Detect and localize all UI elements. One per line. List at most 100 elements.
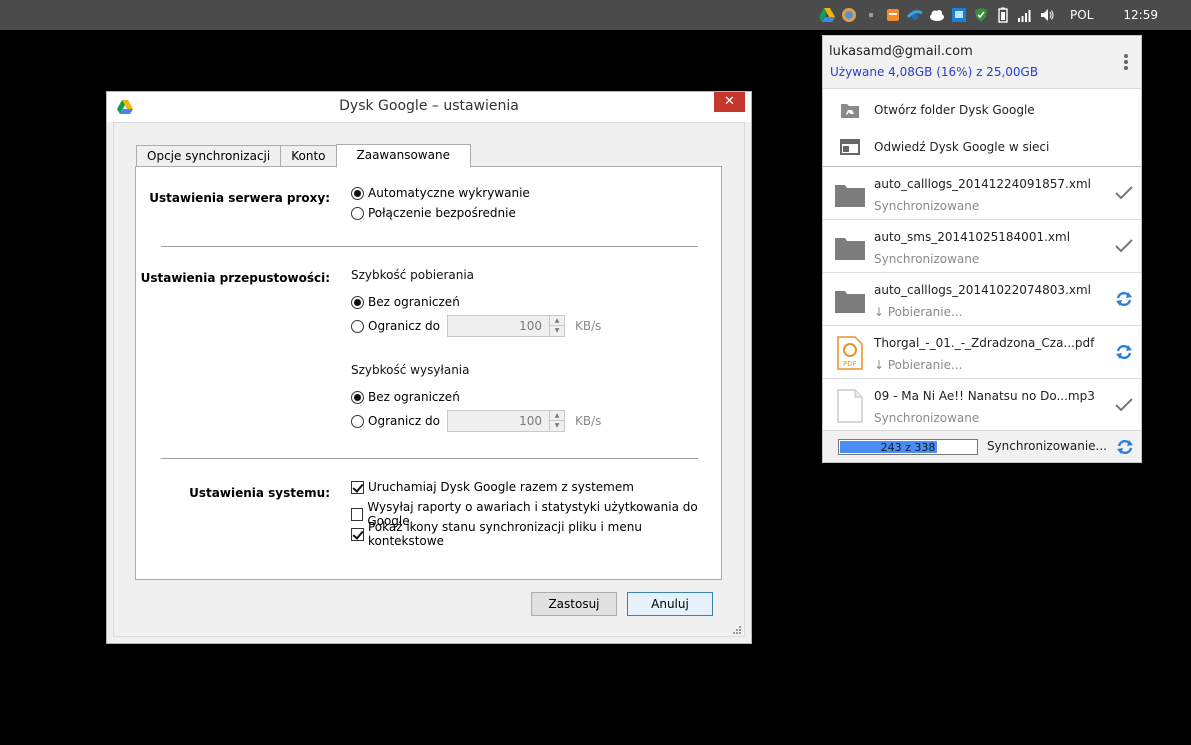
bandwidth-settings-label: Ustawienia przepustowości: (140, 271, 330, 285)
folder-icon (835, 283, 865, 317)
proxy-auto-option[interactable]: Automatyczne wykrywanie (351, 186, 530, 200)
file-status: Synchronizowane (874, 411, 980, 425)
start-with-system-label: Uruchamiaj Dysk Google razem z systemem (368, 480, 634, 494)
svg-text:PDF: PDF (843, 360, 857, 368)
start-with-system-checkbox[interactable] (351, 480, 364, 494)
drive-folder-icon (840, 101, 860, 119)
upload-limit-stepper[interactable]: 100 ▲ ▼ (447, 410, 565, 432)
tab-advanced[interactable]: Zaawansowane (335, 144, 471, 168)
file-status: Synchronizowane (874, 199, 980, 213)
stepper-down-icon[interactable]: ▼ (550, 421, 564, 431)
synced-check-icon (1114, 184, 1134, 202)
synced-check-icon (1114, 396, 1134, 414)
sync-status-label: Synchronizowanie... (986, 439, 1107, 453)
window-title: Dysk Google – ustawienia (339, 98, 519, 114)
resize-grip-icon[interactable] (732, 624, 742, 634)
file-status: ↓ Pobieranie... (874, 358, 963, 372)
file-row[interactable]: 09 - Ma Ni Ae!! Nanatsu no Do...mp3 Sync… (823, 379, 1141, 432)
upload-unlimited-radio[interactable] (351, 390, 364, 404)
upload-unit: KB/s (575, 414, 602, 428)
file-status: Synchronizowane (874, 252, 980, 266)
download-speed-label: Szybkość pobierania (351, 268, 475, 282)
download-limit-radio[interactable] (351, 319, 364, 333)
close-icon: ✕ (724, 94, 735, 109)
upload-unlimited-label: Bez ograniczeń (368, 390, 460, 404)
synced-check-icon (1114, 237, 1134, 255)
battery-icon[interactable] (995, 7, 1011, 23)
more-menu-icon[interactable] (1123, 54, 1129, 72)
download-unlimited-radio[interactable] (351, 295, 364, 309)
input-language[interactable]: POL (1070, 8, 1093, 22)
progress-text: 243 z 338 (880, 441, 936, 454)
upload-speed-label: Szybkość wysyłania (351, 363, 470, 377)
syncing-arrows-icon (1114, 343, 1134, 361)
visit-drive-web-action[interactable]: Odwiedź Dysk Google w sieci (823, 128, 1141, 165)
close-button[interactable]: ✕ (714, 92, 745, 112)
download-unit: KB/s (575, 319, 602, 333)
small-app-icon[interactable] (863, 7, 879, 23)
cloud-icon[interactable] (929, 7, 945, 23)
title-bar[interactable]: Dysk Google – ustawienia ✕ (107, 92, 751, 122)
sync-progress-bar: 243 z 338 (838, 439, 978, 455)
tab-strip: Opcje synchronizacji Konto Zaawansowane (136, 143, 471, 168)
file-row[interactable]: auto_sms_20141025184001.xml Synchronizow… (823, 220, 1141, 273)
apply-button[interactable]: Zastosuj (531, 592, 617, 616)
drive-status-popup: lukasamd@gmail.com Używane 4,08GB (16%) … (822, 35, 1142, 463)
syncing-arrows-icon[interactable] (1116, 438, 1134, 456)
proxy-auto-label: Automatyczne wykrywanie (368, 186, 530, 200)
folder-icon (835, 230, 865, 264)
pdf-file-icon: PDF (835, 336, 865, 370)
proxy-auto-radio[interactable] (351, 186, 364, 200)
cancel-button[interactable]: Anuluj (627, 592, 713, 616)
download-limit-value: 100 (519, 319, 542, 333)
monitor-app-icon[interactable] (951, 7, 967, 23)
tab-sync-options[interactable]: Opcje synchronizacji (136, 145, 282, 167)
window-client-area: Opcje synchronizacji Konto Zaawansowane … (113, 122, 745, 637)
start-with-system-option[interactable]: Uruchamiaj Dysk Google razem z systemem (351, 480, 634, 494)
send-reports-checkbox[interactable] (351, 507, 364, 521)
proxy-direct-option[interactable]: Połączenie bezpośrednie (351, 206, 516, 220)
show-sync-icons-checkbox[interactable] (351, 527, 364, 541)
stepper-down-icon[interactable]: ▼ (550, 326, 564, 336)
network-app-icon[interactable] (907, 7, 923, 23)
browser-icon[interactable] (841, 7, 857, 23)
file-row[interactable]: auto_calllogs_20141022074803.xml ↓ Pobie… (823, 273, 1141, 326)
upload-limit-value: 100 (519, 414, 542, 428)
stepper-up-icon[interactable]: ▲ (550, 316, 564, 326)
storage-usage[interactable]: Używane 4,08GB (16%) z 25,00GB (830, 65, 1038, 79)
signal-bars-icon[interactable] (1017, 7, 1033, 23)
section-divider (161, 246, 698, 247)
volume-icon[interactable] (1039, 7, 1055, 23)
download-limit-option[interactable]: Ogranicz do (351, 319, 440, 333)
open-drive-folder-action[interactable]: Otwórz folder Dysk Google (823, 91, 1141, 128)
system-tray: POL 12:59 (816, 0, 1191, 30)
upload-unlimited-option[interactable]: Bez ograniczeń (351, 390, 460, 404)
google-drive-icon[interactable] (819, 7, 836, 23)
browser-window-icon (840, 138, 860, 156)
syncing-arrows-icon (1114, 290, 1134, 308)
clock[interactable]: 12:59 (1123, 8, 1158, 22)
advanced-settings-panel: Ustawienia serwera proxy: Automatyczne w… (135, 166, 722, 580)
section-divider (161, 458, 698, 459)
tab-account[interactable]: Konto (280, 145, 337, 167)
file-name: auto_calllogs_20141022074803.xml (874, 283, 1091, 297)
proxy-direct-radio[interactable] (351, 206, 364, 220)
file-name: Thorgal_-_01._-_Zdradzona_Cza...pdf (874, 336, 1095, 350)
account-header: lukasamd@gmail.com Używane 4,08GB (16%) … (823, 36, 1141, 89)
stepper-up-icon[interactable]: ▲ (550, 411, 564, 421)
file-row[interactable]: auto_calllogs_20141224091857.xml Synchro… (823, 167, 1141, 220)
file-row[interactable]: PDF Thorgal_-_01._-_Zdradzona_Cza...pdf … (823, 326, 1141, 379)
download-unlimited-option[interactable]: Bez ograniczeń (351, 295, 460, 309)
download-unlimited-label: Bez ograniczeń (368, 295, 460, 309)
show-sync-icons-option[interactable]: Pokaż ikony stanu synchronizacji pliku i… (351, 520, 721, 548)
download-limit-stepper[interactable]: 100 ▲ ▼ (447, 315, 565, 337)
folder-icon (835, 177, 865, 211)
file-name: auto_calllogs_20141224091857.xml (874, 177, 1091, 191)
visit-drive-web-label: Odwiedź Dysk Google w sieci (874, 139, 1050, 154)
upload-limit-option[interactable]: Ogranicz do (351, 414, 440, 428)
blank-file-icon (835, 389, 865, 423)
security-shield-icon[interactable] (973, 7, 989, 23)
system-settings-label: Ustawienia systemu: (189, 486, 330, 500)
orange-app-icon[interactable] (885, 7, 901, 23)
upload-limit-radio[interactable] (351, 414, 364, 428)
